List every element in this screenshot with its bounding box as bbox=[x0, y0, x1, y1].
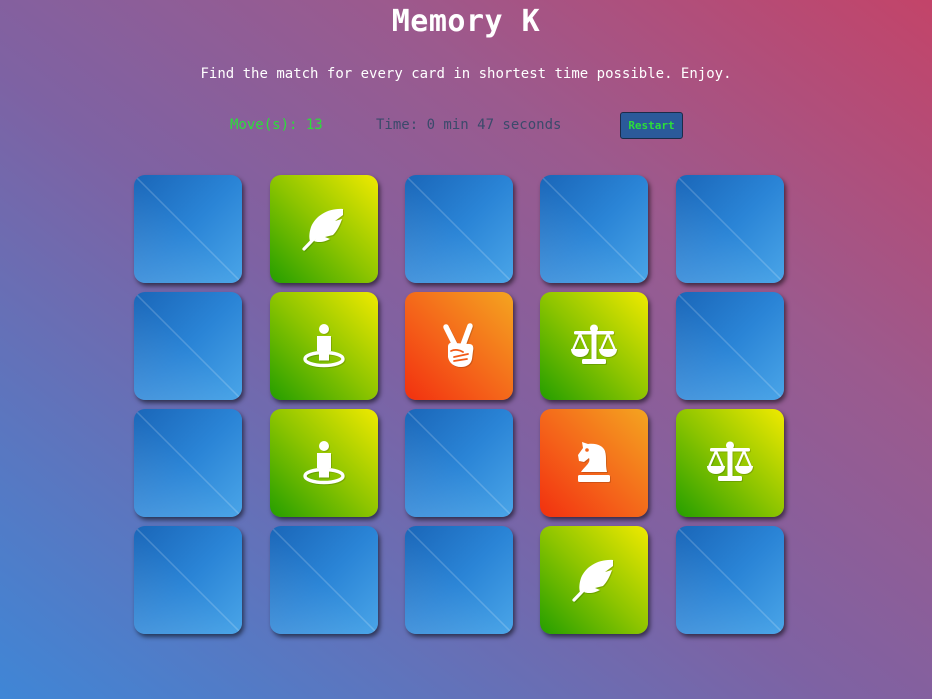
memory-card-closed[interactable] bbox=[676, 526, 784, 634]
memory-card-open[interactable] bbox=[270, 292, 378, 400]
game-title: Memory K bbox=[391, 4, 541, 39]
timer-display: Time: 0 min 47 seconds bbox=[376, 117, 562, 133]
memory-card-open[interactable] bbox=[540, 526, 648, 634]
memory-card-open[interactable] bbox=[270, 175, 378, 283]
memory-card-closed[interactable] bbox=[676, 175, 784, 283]
memory-card-closed[interactable] bbox=[540, 175, 648, 283]
moves-counter: Move(s): 13 bbox=[230, 117, 323, 133]
feather-icon bbox=[572, 559, 613, 602]
feather-icon bbox=[302, 208, 343, 251]
memory-card-open[interactable] bbox=[540, 292, 648, 400]
memory-card-closed[interactable] bbox=[134, 175, 242, 283]
memory-card-closed[interactable] bbox=[676, 292, 784, 400]
restart-button[interactable]: Restart bbox=[620, 112, 683, 139]
memory-card-closed[interactable] bbox=[134, 409, 242, 517]
street-view-icon bbox=[303, 324, 345, 368]
memory-card-closed[interactable] bbox=[134, 292, 242, 400]
memory-card-closed[interactable] bbox=[405, 175, 513, 283]
chess-knight-icon bbox=[578, 442, 610, 482]
balance-scale-icon bbox=[571, 324, 617, 364]
game-instructions: Find the match for every card in shortes… bbox=[200, 66, 732, 82]
memory-card-matched[interactable] bbox=[540, 409, 648, 517]
balance-scale-icon bbox=[707, 441, 753, 481]
memory-card-matched[interactable] bbox=[405, 292, 513, 400]
hand-peace-icon bbox=[443, 323, 474, 367]
memory-card-open[interactable] bbox=[270, 409, 378, 517]
memory-card-closed[interactable] bbox=[134, 526, 242, 634]
memory-card-closed[interactable] bbox=[270, 526, 378, 634]
street-view-icon bbox=[303, 441, 345, 485]
memory-card-closed[interactable] bbox=[405, 409, 513, 517]
memory-card-open[interactable] bbox=[676, 409, 784, 517]
memory-card-closed[interactable] bbox=[405, 526, 513, 634]
